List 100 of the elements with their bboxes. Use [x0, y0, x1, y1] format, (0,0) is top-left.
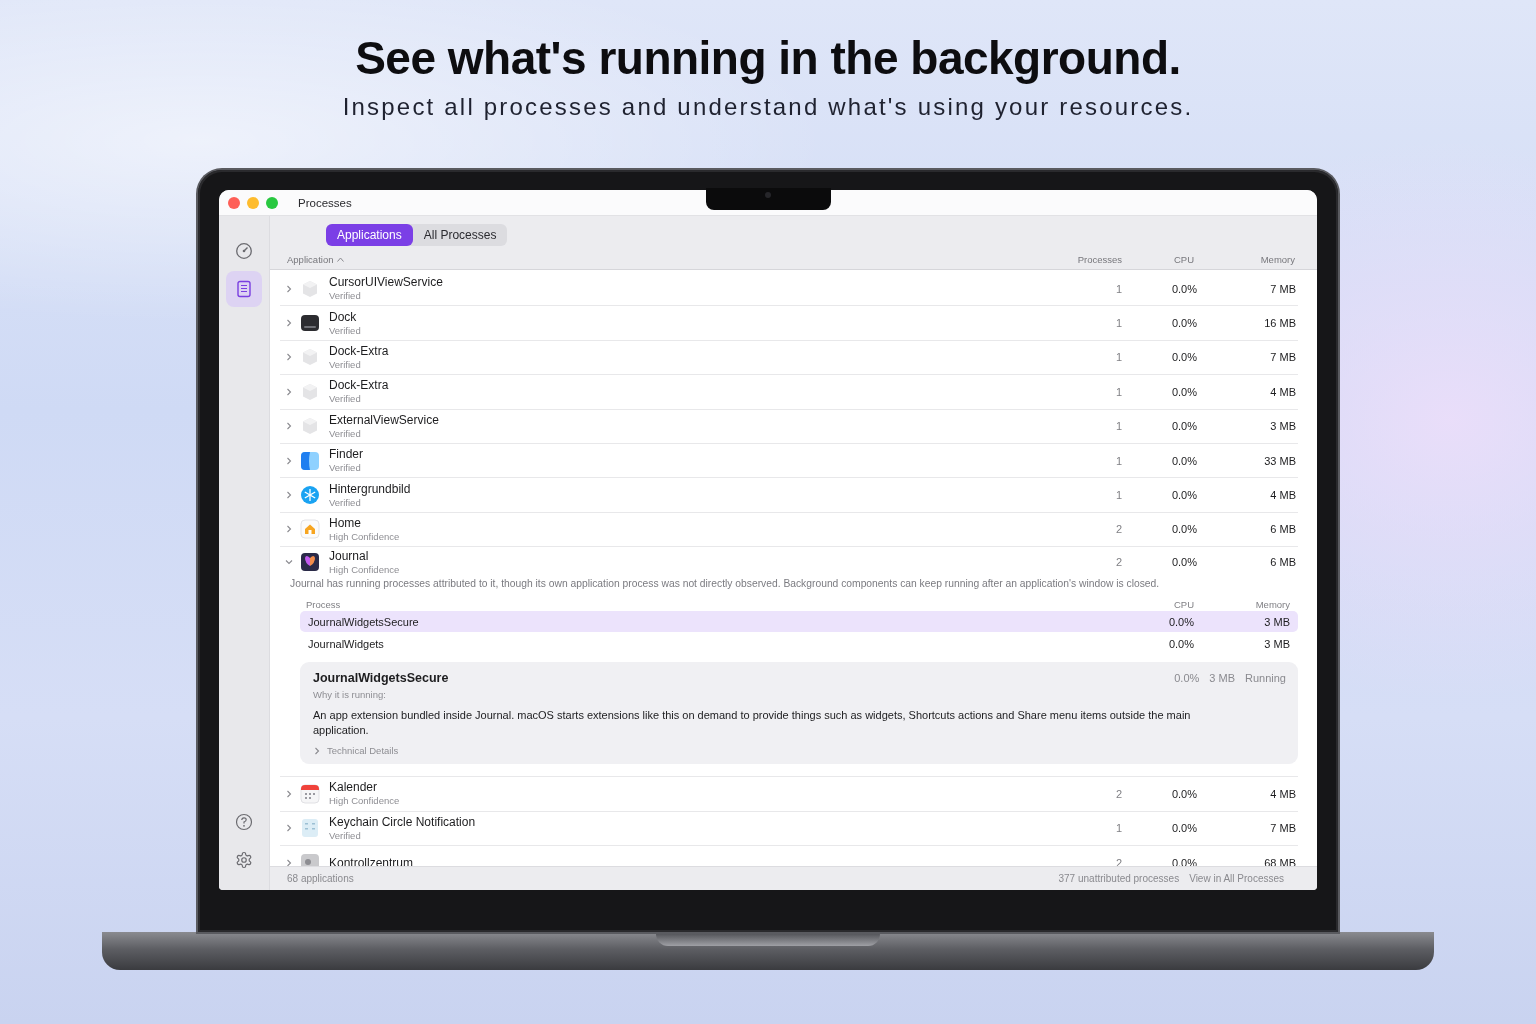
memory-value: 7 MB	[1269, 282, 1297, 295]
snowflake-icon	[300, 485, 320, 506]
app-status: High Confidence	[329, 562, 401, 576]
cpu-value: 0.0%	[1170, 523, 1197, 536]
cpu-value: 0.0%	[1170, 856, 1197, 866]
minimize-button[interactable]	[247, 196, 259, 209]
process-row[interactable]: JournalWidgets 0.0% 3 MB	[300, 633, 1298, 655]
app-status: High Confidence	[329, 794, 401, 808]
chevron-right-icon[interactable]	[285, 387, 293, 396]
memory-value: 3 MB	[1263, 637, 1290, 650]
process-count: 1	[1114, 822, 1123, 835]
memory-value: 7 MB	[1269, 351, 1297, 364]
cube-icon	[300, 347, 320, 368]
memory-value: 3 MB	[1209, 672, 1235, 685]
process-count: 1	[1114, 454, 1123, 467]
chevron-right-icon[interactable]	[313, 746, 321, 755]
app-name: ExternalViewService	[329, 412, 440, 427]
list-document-icon	[236, 280, 252, 298]
section-label: Why it is running:	[313, 689, 387, 701]
column-header[interactable]: CPU	[1173, 254, 1194, 265]
app-name: Hintergrundbild	[329, 481, 412, 496]
headline: See what's running in the background.	[355, 31, 1181, 86]
column-header[interactable]: Application	[287, 254, 334, 265]
cube-icon	[300, 381, 320, 402]
window-title: Processes	[298, 196, 352, 209]
chevron-right-icon[interactable]	[285, 422, 293, 431]
close-button[interactable]	[228, 196, 240, 209]
settings-icon	[235, 851, 253, 869]
column-header[interactable]: Memory	[1260, 254, 1295, 265]
disclosure-label[interactable]: Technical Details	[327, 745, 399, 757]
app-name: Keychain Circle Notification	[329, 814, 477, 829]
view-all-link[interactable]: View in All Processes	[1189, 873, 1284, 884]
camera-icon	[765, 192, 771, 198]
chevron-right-icon[interactable]	[285, 789, 293, 798]
process-state: Running	[1245, 672, 1286, 685]
cpu-value: 0.0%	[1170, 556, 1197, 569]
process-name: JournalWidgets	[308, 637, 385, 650]
chevron-right-icon[interactable]	[285, 858, 293, 866]
cpu-value: 0.0%	[1170, 385, 1197, 398]
cpu-value: 0.0%	[1167, 615, 1194, 628]
app-status: Verified	[329, 829, 362, 842]
cpu-value: 0.0%	[1167, 637, 1194, 650]
memory-value: 4 MB	[1269, 385, 1297, 398]
memory-value: 3 MB	[1269, 420, 1297, 433]
app-status: Verified	[329, 426, 362, 440]
memory-value: 6 MB	[1269, 523, 1297, 536]
zoom-button[interactable]	[266, 196, 278, 209]
process-count: 1	[1114, 385, 1123, 398]
chevron-right-icon[interactable]	[285, 824, 293, 833]
app-status: Verified	[329, 289, 362, 303]
tab[interactable]: All Processes	[412, 224, 508, 246]
chevron-right-icon[interactable]	[285, 353, 293, 362]
column-header[interactable]: Processes	[1077, 254, 1122, 265]
app-name: CursorUIViewService	[329, 275, 444, 290]
chevron-right-icon[interactable]	[285, 319, 293, 328]
process-row[interactable]: JournalWidgetsSecure 0.0% 3 MB	[300, 611, 1298, 633]
home-icon	[300, 519, 320, 540]
cpu-value: 0.0%	[1170, 489, 1197, 502]
dock-icon	[300, 313, 320, 334]
memory-value: 3 MB	[1263, 615, 1290, 628]
calendar-icon	[300, 783, 320, 804]
finder-icon	[300, 450, 320, 471]
process-count: 2	[1114, 556, 1123, 569]
app-name: Kalender	[329, 780, 379, 795]
process-name: JournalWidgetsSecure	[308, 615, 420, 628]
attribution-note: Journal has running processes attributed to it, though its own application process was not directly observed. Background components can keep running after an application's window is closed.	[290, 577, 1161, 592]
explanation-text: An app extension bundled inside Journal. macOS starts extensions like this on demand to provide things such as widgets, Shortcuts actions and Share menu items outside the main application.	[313, 708, 1192, 739]
toggle-app-icon	[300, 852, 320, 866]
cpu-value: 0.0%	[1170, 282, 1197, 295]
tab[interactable]: Applications	[326, 224, 413, 246]
butterfly-icon	[300, 552, 320, 573]
process-count: 1	[1114, 351, 1123, 364]
chevron-right-icon[interactable]	[285, 491, 293, 500]
sidebar-item[interactable]	[226, 271, 262, 307]
process-count: 1	[1114, 420, 1123, 433]
memory-value: 6 MB	[1269, 556, 1297, 569]
cpu-value: 0.0%	[1170, 822, 1197, 835]
chevron-right-icon[interactable]	[285, 456, 293, 465]
app-count: 68 applications	[287, 873, 354, 884]
process-count: 2	[1114, 856, 1123, 866]
unattributed-count: 377 unattributed processes	[1058, 873, 1180, 884]
column-header: Memory	[1254, 598, 1290, 610]
cpu-value: 0.0%	[1170, 420, 1197, 433]
cpu-value: 0.0%	[1170, 454, 1197, 467]
subheadline: Inspect all processes and understand what's using your resources.	[342, 92, 1194, 122]
process-count: 2	[1114, 523, 1123, 536]
app-name: Dock-Extra	[329, 343, 390, 358]
help-icon	[235, 813, 253, 831]
process-title: JournalWidgetsSecure	[313, 671, 449, 686]
memory-value: 16 MB	[1263, 317, 1297, 330]
keychain-icon	[300, 818, 320, 839]
cpu-value: 0.0%	[1170, 317, 1197, 330]
process-count: 1	[1114, 317, 1123, 330]
memory-value: 68 MB	[1263, 856, 1297, 866]
chevron-down-icon[interactable]	[285, 558, 293, 567]
chevron-right-icon[interactable]	[285, 525, 293, 534]
column-header: CPU	[1172, 598, 1194, 610]
chevron-right-icon[interactable]	[285, 284, 293, 293]
app-status: Verified	[329, 392, 362, 406]
memory-value: 33 MB	[1263, 454, 1297, 467]
